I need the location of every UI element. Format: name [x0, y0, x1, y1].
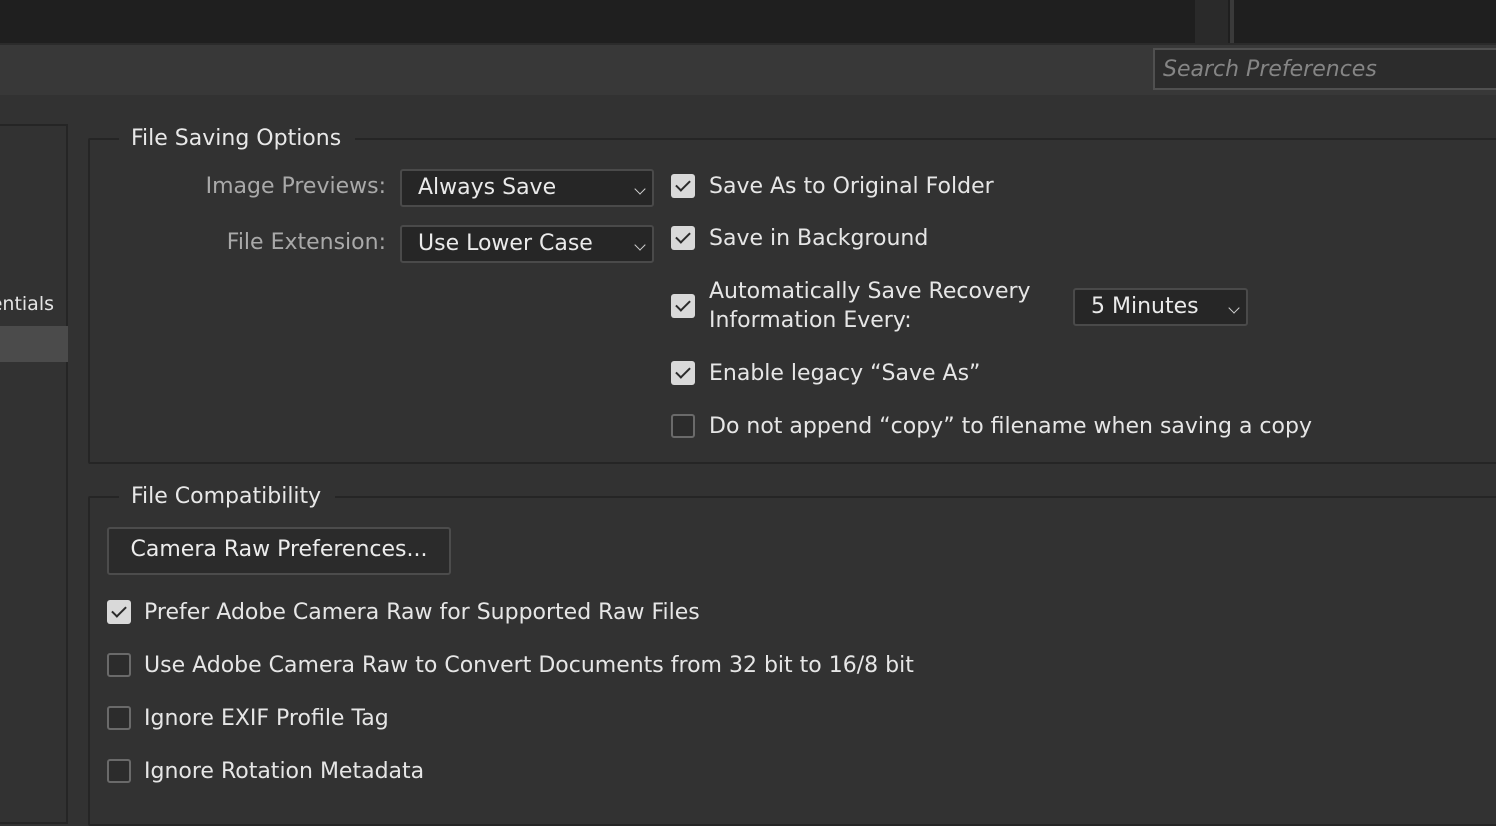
camera-raw-convert-32bit-label: Use Adobe Camera Raw to Convert Document…	[144, 653, 914, 678]
auto-save-recovery-label-line1: Automatically Save Recovery	[709, 279, 1031, 304]
prefer-camera-raw-label: Prefer Adobe Camera Raw for Supported Ra…	[144, 600, 700, 625]
ignore-rotation-metadata-label: Ignore Rotation Metadata	[144, 759, 425, 784]
top-bar-divider-line	[1230, 0, 1234, 43]
auto-save-recovery-checkbox[interactable]	[671, 294, 695, 318]
save-as-original-folder-label: Save As to Original Folder	[709, 174, 994, 199]
ignore-rotation-metadata-checkbox[interactable]	[107, 759, 131, 783]
sidebar-item-essentials[interactable]: entials	[0, 287, 68, 323]
chevron-down-icon	[1228, 302, 1240, 314]
file-extension-value: Use Lower Case	[418, 231, 593, 256]
top-bar-divider	[1195, 0, 1228, 43]
image-previews-select[interactable]: Always Save	[400, 169, 654, 207]
save-in-background-label: Save in Background	[709, 226, 929, 251]
ignore-exif-profile-label: Ignore EXIF Profile Tag	[144, 706, 389, 731]
camera-raw-convert-32bit-checkbox[interactable]	[107, 653, 131, 677]
image-previews-value: Always Save	[418, 175, 557, 200]
recovery-interval-select[interactable]: 5 Minutes	[1073, 288, 1248, 326]
enable-legacy-save-as-checkbox[interactable]	[671, 361, 695, 385]
search-preferences-input[interactable]	[1153, 48, 1496, 90]
enable-legacy-save-as-label: Enable legacy “Save As”	[709, 361, 981, 386]
chevron-down-icon	[634, 239, 646, 251]
recovery-interval-value: 5 Minutes	[1091, 294, 1199, 319]
file-compatibility-title: File Compatibility	[119, 482, 336, 512]
sidebar-item-label: entials	[0, 293, 54, 315]
no-append-copy-checkbox[interactable]	[671, 414, 695, 438]
save-in-background-checkbox[interactable]	[671, 226, 695, 250]
file-extension-label: File Extension:	[226, 230, 386, 255]
no-append-copy-label: Do not append “copy” to filename when sa…	[709, 414, 1312, 439]
save-as-original-folder-checkbox[interactable]	[671, 174, 695, 198]
image-previews-label: Image Previews:	[205, 174, 386, 199]
file-extension-select[interactable]: Use Lower Case	[400, 225, 654, 263]
auto-save-recovery-label-line2: Information Every:	[709, 308, 912, 333]
sidebar-item-selected[interactable]	[0, 326, 68, 362]
preferences-sidebar	[0, 124, 68, 824]
file-saving-options-title: File Saving Options	[119, 124, 356, 154]
ignore-exif-profile-checkbox[interactable]	[107, 706, 131, 730]
chevron-down-icon	[634, 183, 646, 195]
window-top-bar	[0, 0, 1496, 43]
prefer-camera-raw-checkbox[interactable]	[107, 600, 131, 624]
camera-raw-preferences-button[interactable]: Camera Raw Preferences...	[107, 527, 451, 575]
